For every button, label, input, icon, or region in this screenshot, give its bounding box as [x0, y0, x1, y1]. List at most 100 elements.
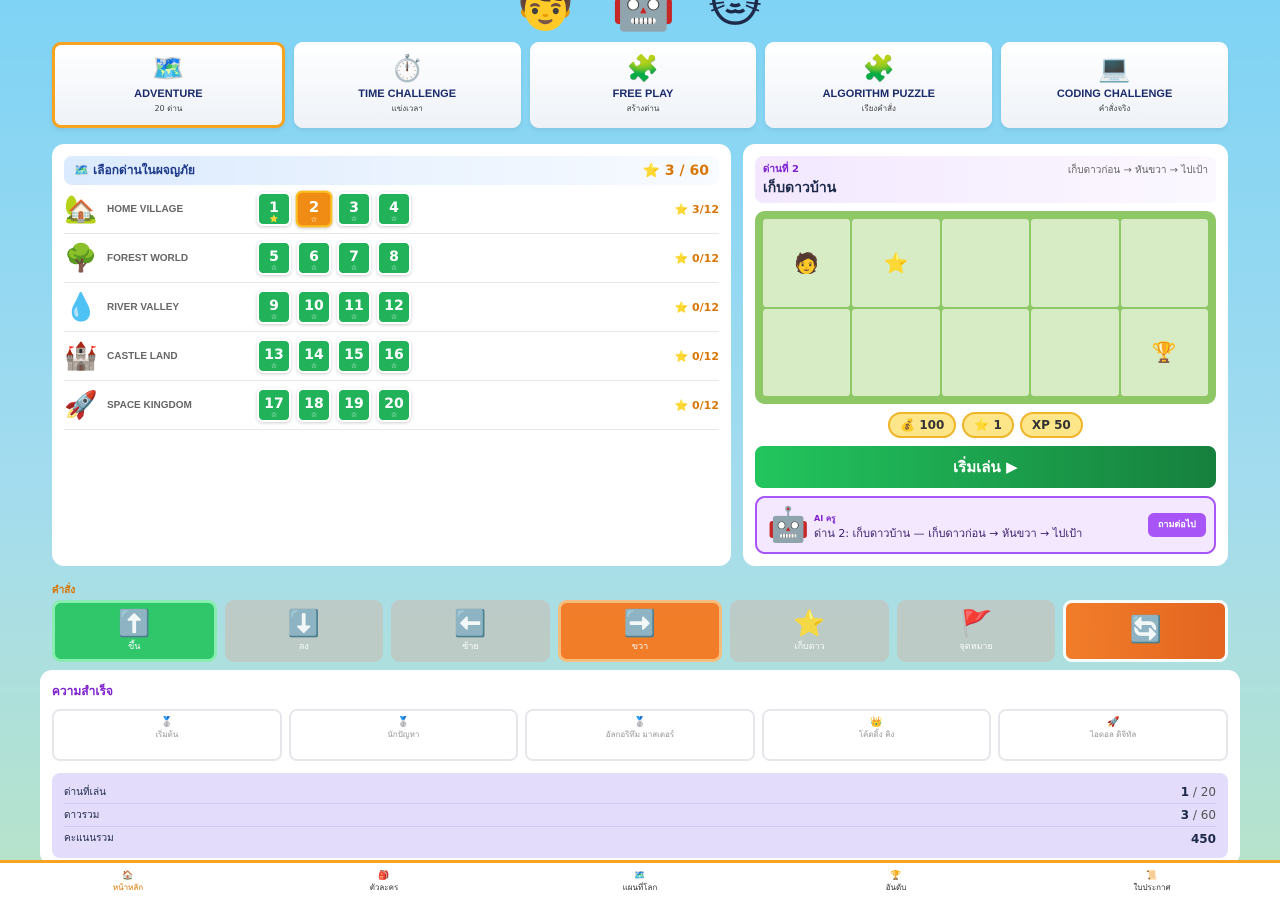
world-row: 🌳 FOREST WORLD 5 ☆ 6 ☆ 7 ☆ 8 ☆ ⭐ 0/12 — [64, 234, 719, 283]
board-cell: ⭐ — [852, 219, 940, 307]
level-button[interactable]: 5 ☆ — [257, 241, 291, 275]
command-collect-star-button[interactable]: ⭐ เก็บดาว — [730, 600, 889, 662]
cat-character-icon: 🐱 — [708, 0, 763, 34]
board-cell — [1120, 219, 1208, 307]
badge-algorithm-master: 🥈 อัลกอริทึม มาสเตอร์ — [525, 709, 755, 761]
mode-title: FREE PLAY — [612, 88, 674, 100]
mode-subtitle: สร้างด่าน — [626, 104, 660, 113]
flag-icon: 🚩 — [959, 609, 993, 639]
world-row: 🏰 CASTLE LAND 13 ☆ 14 ☆ 15 ☆ 16 ☆ ⭐ 0/12 — [64, 332, 719, 381]
command-goal-button[interactable]: 🚩 จุดหมาย — [896, 600, 1056, 662]
stat-levels-played: ด่านที่เล่น 1 / 20 — [64, 781, 1216, 804]
nav-certificate[interactable]: 📜 ใบประกาศ — [1024, 863, 1280, 900]
level-star-icon: ☆ — [310, 264, 318, 272]
ask-next-button[interactable]: ถามต่อไป — [1148, 513, 1206, 537]
level-button[interactable]: 8 ☆ — [377, 241, 411, 275]
world-stars: ⭐ 3/12 — [674, 202, 719, 216]
level-button[interactable]: 13 ☆ — [257, 339, 291, 373]
level-button[interactable]: 17 ☆ — [257, 388, 291, 422]
badge-label: เริ่มต้น — [155, 730, 179, 739]
badge-label: ไอดอล ดิจิทัล — [1090, 730, 1137, 739]
world-row: 🏡 HOME VILLAGE 1 ⭐ 2 ☆ 3 ☆ 4 ☆ ⭐ 3/12 — [64, 185, 719, 234]
world-stars: ⭐ 0/12 — [674, 300, 719, 314]
level-detail-panel: ด่านที่ 2 เก็บดาวบ้าน เก็บดาวก่อน → หันข… — [743, 144, 1228, 566]
level-button[interactable]: 20 ☆ — [377, 388, 411, 422]
command-down-button[interactable]: ⬇️ ลง — [224, 600, 384, 662]
level-button[interactable]: 9 ☆ — [257, 290, 291, 324]
nav-label: หน้าหลัก — [112, 883, 144, 892]
nav-label: อันดับ — [885, 883, 907, 892]
mode-adventure[interactable]: 🗺️ ADVENTURE 20 ด่าน — [52, 42, 285, 128]
level-button[interactable]: 1 ⭐ — [257, 192, 291, 226]
level-button[interactable]: 14 ☆ — [297, 339, 331, 373]
arrow-down-icon: ⬇️ — [287, 609, 321, 639]
nav-leaderboard[interactable]: 🏆 อันดับ — [768, 863, 1024, 900]
mode-title: ADVENTURE — [134, 88, 203, 100]
level-star-icon: ☆ — [270, 362, 278, 370]
tree-icon: 🌳 — [64, 243, 98, 274]
coin-reward: 💰 100 — [888, 412, 957, 438]
world-stars: ⭐ 0/12 — [674, 349, 719, 363]
mode-free-play[interactable]: 🧩 FREE PLAY สร้างด่าน — [529, 42, 757, 128]
achievements-title: ความสำเร็จ — [52, 684, 114, 698]
level-button[interactable]: 6 ☆ — [297, 241, 331, 275]
level-button[interactable]: 10 ☆ — [297, 290, 331, 324]
arrow-left-icon: ⬅️ — [454, 609, 487, 639]
command-bar: ⬆️ ขึ้น ⬇️ ลง ⬅️ ซ้าย ➡️ ขวา ⭐ เก็บดาว 🚩 จุดหม… — [52, 600, 1229, 662]
world-row: 💧 RIVER VALLEY 9 ☆ 10 ☆ 11 ☆ 12 ☆ ⭐ 0/12 — [64, 283, 719, 332]
nav-characters[interactable]: 🎒 ตัวละคร — [256, 863, 512, 900]
level-name: เก็บดาวบ้าน — [763, 180, 837, 196]
house-icon: 🏡 — [64, 194, 98, 225]
star-icon: ⭐ — [883, 250, 909, 275]
level-button[interactable]: 12 ☆ — [377, 290, 411, 324]
crown-icon: 👑 — [870, 717, 883, 728]
level-button[interactable]: 19 ☆ — [337, 388, 371, 422]
nav-label: แผนที่โลก — [622, 883, 658, 892]
nav-home[interactable]: 🏠 หน้าหลัก — [0, 863, 256, 900]
mode-time-challenge[interactable]: ⏱️ TIME CHALLENGE แข่งเวลา — [293, 42, 521, 128]
level-button[interactable]: 15 ☆ — [337, 339, 371, 373]
level-select-title: 🗺️ เลือกด่านในผจญภัย — [74, 163, 196, 177]
stat-label: ด่านที่เล่น — [64, 786, 106, 798]
stat-value: 450 — [1190, 831, 1216, 846]
reset-button[interactable]: 🔄 — [1063, 600, 1229, 662]
level-button[interactable]: 2 ☆ — [295, 190, 333, 228]
level-buttons: 1 ⭐ 2 ☆ 3 ☆ 4 ☆ — [257, 190, 411, 228]
level-star-icon: ☆ — [390, 411, 398, 419]
badge-problem-solver: 🥈 นักปัญหา — [288, 709, 519, 761]
ai-message: ด่าน 2: เก็บดาวบ้าน — เก็บดาวก่อน → หันข… — [814, 527, 1083, 540]
reward-row: 💰 100 ⭐ 1 XP 50 — [755, 412, 1216, 438]
level-button[interactable]: 16 ☆ — [377, 339, 411, 373]
command-label: ขวา — [631, 642, 649, 652]
character-row: 👦 🤖 🐱 — [0, 0, 1280, 34]
play-button[interactable]: เริ่มเล่น ▶ — [755, 446, 1216, 488]
mode-coding-challenge[interactable]: 💻 CODING CHALLENGE คำสั่งจริง — [1001, 42, 1228, 128]
castle-icon: 🏰 — [64, 341, 98, 372]
level-button[interactable]: 11 ☆ — [337, 290, 371, 324]
level-star-icon: ☆ — [310, 215, 318, 225]
level-button[interactable]: 4 ☆ — [377, 192, 411, 226]
arrow-up-icon: ⬆️ — [118, 609, 151, 639]
ai-teacher-box: 🤖 AI ครู ด่าน 2: เก็บดาวบ้าน — เก็บดาวก่… — [755, 496, 1216, 554]
droplet-icon: 💧 — [64, 292, 98, 323]
robot-icon: 🤖 — [767, 505, 810, 545]
command-left-button[interactable]: ⬅️ ซ้าย — [391, 600, 550, 662]
stat-value: 1 — [1180, 785, 1190, 799]
mode-algorithm-puzzle[interactable]: 🧩 ALGORITHM PUZZLE เรียงคำสั่ง — [765, 42, 993, 128]
level-button[interactable]: 7 ☆ — [337, 241, 371, 275]
level-header: ด่านที่ 2 เก็บดาวบ้าน เก็บดาวก่อน → หันข… — [755, 156, 1216, 203]
command-label: เก็บดาว — [794, 642, 825, 652]
stat-total-score: คะแนนรวม 450 — [64, 827, 1216, 850]
nav-world-map[interactable]: 🗺️ แผนที่โลก — [512, 863, 768, 900]
bottom-nav: 🏠 หน้าหลัก 🎒 ตัวละคร 🗺️ แผนที่โลก 🏆 อันดับ 📜… — [0, 860, 1280, 900]
level-buttons: 17 ☆ 18 ☆ 19 ☆ 20 ☆ — [257, 388, 411, 422]
player-icon: 🧑 — [794, 250, 820, 275]
badge-label: โค้ดดิ้ง คิง — [858, 730, 895, 739]
command-right-button[interactable]: ➡️ ขวา — [557, 600, 723, 662]
level-star-icon: ☆ — [270, 313, 278, 321]
command-up-button[interactable]: ⬆️ ขึ้น — [52, 600, 217, 662]
level-select-header: 🗺️ เลือกด่านในผจญภัย ⭐ 3 / 60 — [64, 156, 719, 185]
level-button[interactable]: 18 ☆ — [297, 388, 331, 422]
level-button[interactable]: 3 ☆ — [337, 192, 371, 226]
stat-label: ดาวรวม — [64, 809, 100, 821]
